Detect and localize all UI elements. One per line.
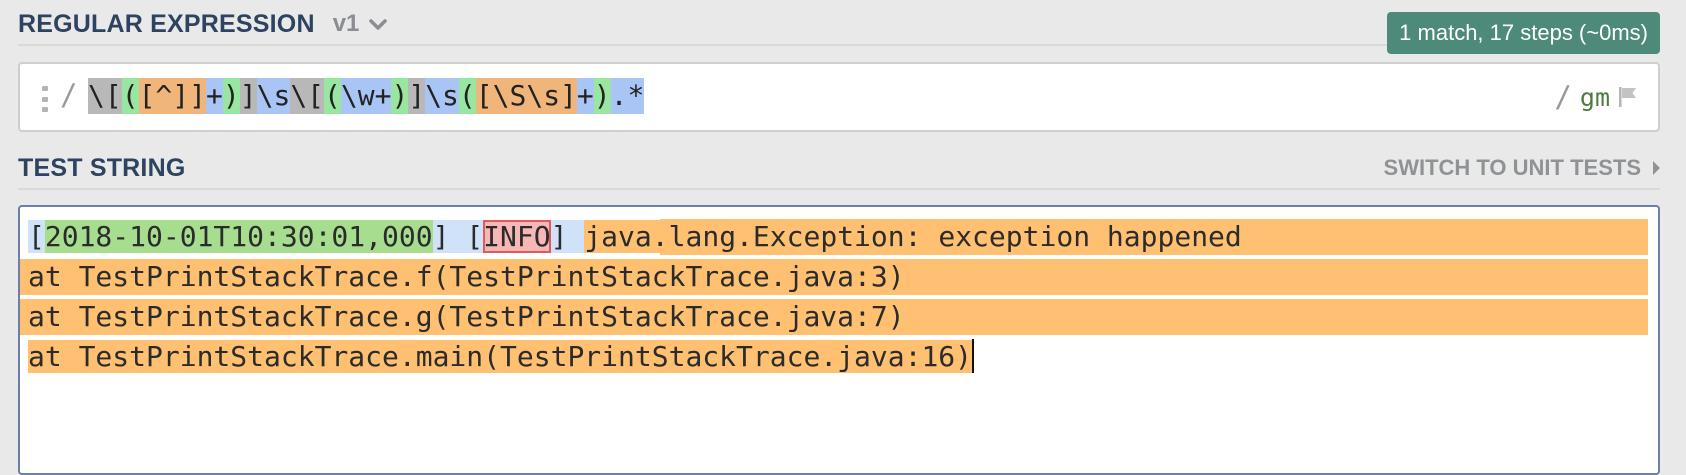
- regex-token: ): [593, 78, 611, 114]
- group-2-highlight: INFO: [483, 220, 551, 253]
- match-segment: [: [28, 220, 45, 253]
- regex-token: (: [458, 78, 476, 114]
- test-line-2: at TestPrintStackTrace.f(TestPrintStackT…: [28, 260, 905, 293]
- regex-token: \[: [88, 78, 122, 114]
- regex-token: ]: [239, 78, 257, 114]
- group-3-highlight: at TestPrintStackTrace.main(TestPrintSta…: [28, 340, 973, 373]
- regex-section-title: REGULAR EXPRESSION: [18, 9, 315, 38]
- regex-token: [^]]: [138, 78, 207, 114]
- regex-token: +: [206, 78, 223, 114]
- match-info-badge[interactable]: 1 match, 17 steps (~0ms): [1387, 12, 1660, 54]
- test-line-3: at TestPrintStackTrace.g(TestPrintStackT…: [28, 300, 905, 333]
- test-line-1: [2018-10-01T10:30:01,000] [INFO] java.la…: [28, 219, 1242, 255]
- match-segment: ] [: [432, 220, 484, 253]
- flags-selector[interactable]: gm: [1580, 83, 1610, 112]
- regex-token: (: [121, 78, 139, 114]
- version-label: v1: [332, 10, 360, 37]
- regex-pattern[interactable]: \[([^]]+)]\s\[(\w+)]\s([\S\s]+).*: [88, 78, 645, 114]
- test-string-editor[interactable]: [2018-10-01T10:30:01,000] [INFO] java.la…: [18, 205, 1660, 475]
- regex-token: \w+: [340, 78, 392, 114]
- text-cursor: [972, 339, 975, 373]
- regex-token: (: [324, 78, 341, 114]
- drag-handle-icon[interactable]: [42, 86, 48, 112]
- regex-token: +: [576, 78, 594, 114]
- chevron-down-icon: [369, 19, 388, 30]
- regex-token: \[: [290, 78, 325, 114]
- regex-input[interactable]: / \[([^]]+)]\s\[(\w+)]\s([\S\s]+).* / gm: [18, 62, 1660, 132]
- match-segment: ]: [550, 220, 585, 253]
- test-line-4: at TestPrintStackTrace.main(TestPrintSta…: [28, 339, 975, 375]
- regex-token: [\S\s]: [475, 78, 577, 114]
- regex-token: \s: [425, 78, 459, 114]
- regex-token: ]: [408, 78, 426, 114]
- switch-label: SWITCH TO UNIT TESTS: [1383, 155, 1641, 180]
- group-3-highlight: java.lang.Exception: exception happened: [584, 220, 1242, 253]
- flag-icon[interactable]: [1616, 85, 1640, 109]
- test-string-header: TEST STRING SWITCH TO UNIT TESTS: [18, 148, 1660, 190]
- flags-area: / gm: [1554, 80, 1640, 114]
- version-selector[interactable]: v1: [333, 10, 390, 38]
- switch-to-unit-tests-link[interactable]: SWITCH TO UNIT TESTS: [1384, 155, 1660, 181]
- group-1-highlight: 2018-10-01T10:30:01,000: [44, 220, 433, 253]
- regex-token: \s: [256, 78, 291, 114]
- caret-right-icon: [1653, 161, 1660, 175]
- regex-token: .*: [610, 78, 645, 114]
- test-section-title: TEST STRING: [18, 153, 186, 182]
- regex-token: ): [222, 78, 240, 114]
- regex-token: ): [391, 78, 409, 114]
- open-delimiter: /: [60, 78, 78, 112]
- close-delimiter: /: [1554, 80, 1572, 114]
